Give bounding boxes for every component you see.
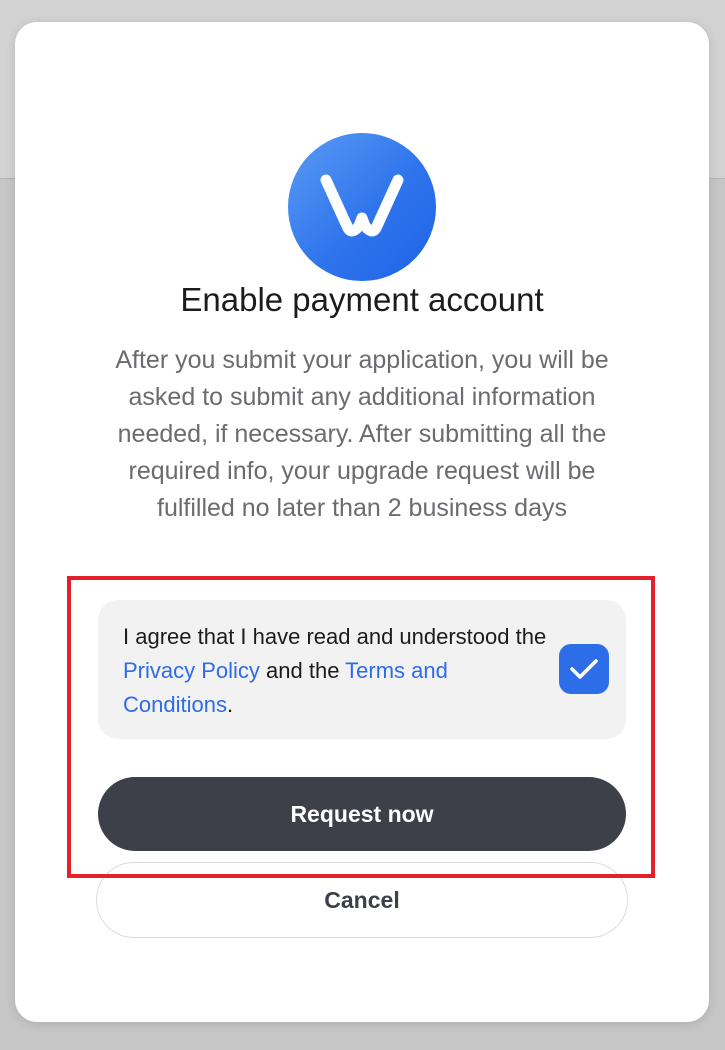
request-now-button[interactable]: Request now (98, 777, 626, 851)
consent-text-before: I agree that I have read and understood … (123, 624, 547, 649)
dialog-description: After you submit your application, you w… (115, 346, 609, 522)
consent-text: I agree that I have read and understood … (123, 620, 553, 722)
enable-payment-dialog: Enable payment account After you submit … (15, 22, 709, 1022)
consent-panel: I agree that I have read and understood … (98, 600, 626, 739)
consent-checkbox[interactable] (559, 644, 609, 694)
w-logo-glyph (320, 174, 404, 237)
consent-text-after: . (226, 692, 234, 717)
dialog-title: Enable payment account (180, 281, 544, 318)
privacy-policy-link[interactable]: Privacy Policy (123, 658, 260, 683)
check-icon (570, 659, 598, 679)
consent-text-middle: and the (259, 658, 346, 683)
w-logo-icon (288, 133, 436, 281)
cancel-button[interactable]: Cancel (96, 862, 628, 938)
